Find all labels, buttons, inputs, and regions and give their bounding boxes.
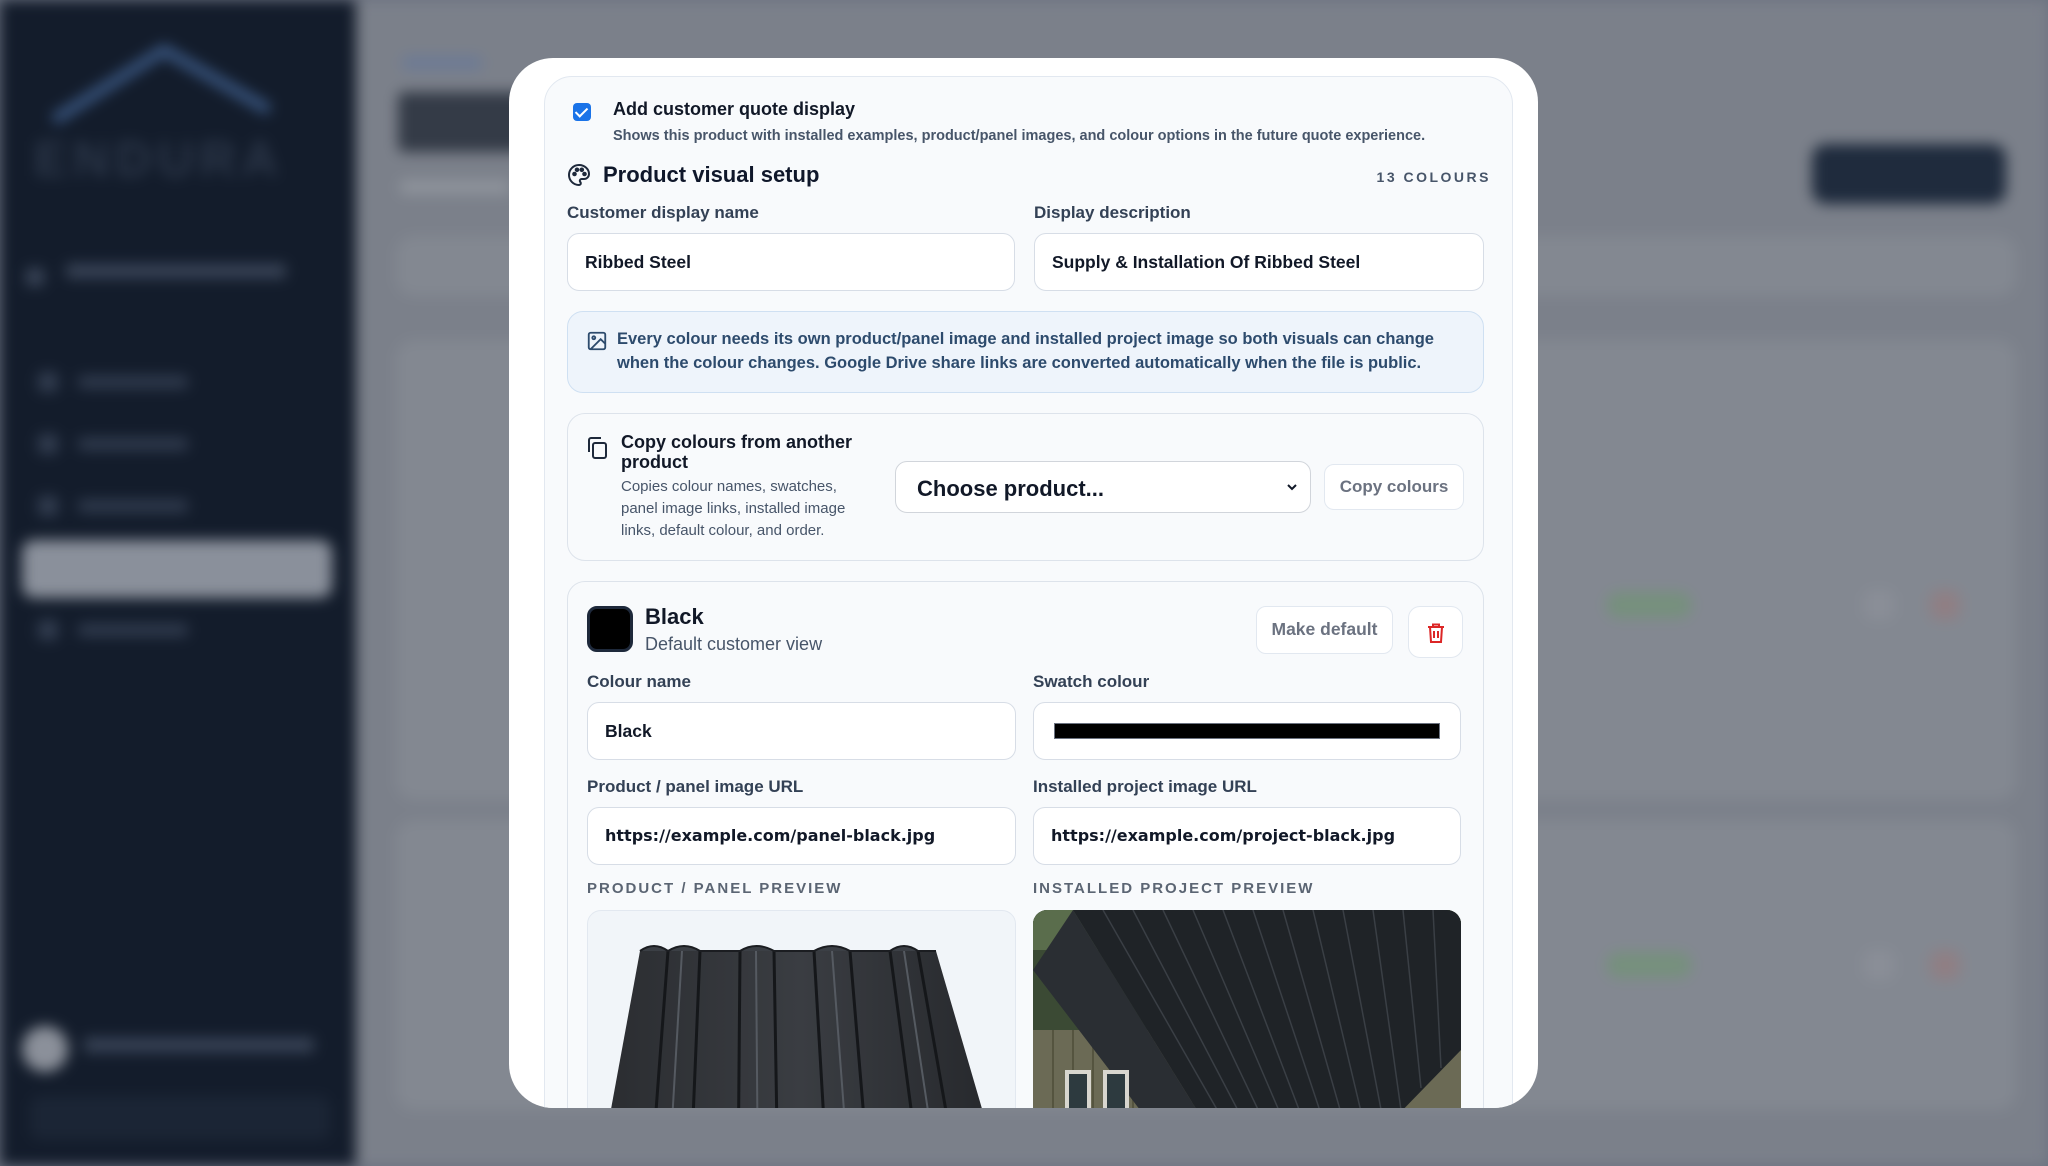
panel-preview-image bbox=[587, 910, 1016, 1108]
sidebar-item[interactable] bbox=[38, 494, 238, 518]
delete-icon[interactable] bbox=[1930, 950, 1960, 980]
copy-icon bbox=[588, 437, 607, 459]
display-name-label: Customer display name bbox=[567, 203, 759, 222]
edit-icon[interactable] bbox=[1864, 590, 1894, 620]
display-name-input[interactable]: Ribbed Steel bbox=[567, 233, 1015, 291]
quote-display-checkbox[interactable] bbox=[573, 103, 591, 121]
quote-display-panel: Add customer quote display Shows this pr… bbox=[544, 76, 1513, 1108]
copy-colours-description: Copies colour names, swatches, panel ima… bbox=[621, 478, 846, 539]
info-note: Every colour needs its own product/panel… bbox=[567, 311, 1484, 393]
panel-url-label: Product / panel image URL bbox=[587, 777, 804, 796]
colour-name-label: Colour name bbox=[587, 672, 691, 691]
product-visual-modal: Add customer quote display Shows this pr… bbox=[509, 58, 1538, 1108]
display-description-label: Display description bbox=[1034, 203, 1191, 222]
chevron-down-icon bbox=[1287, 484, 1297, 491]
user-profile[interactable] bbox=[22, 1026, 322, 1076]
colour-card: Black Default customer view Make default… bbox=[567, 581, 1484, 1108]
sidebar-item[interactable] bbox=[38, 432, 238, 456]
info-note-text: Every colour needs its own product/panel… bbox=[617, 330, 1434, 372]
quote-display-description: Shows this product with installed exampl… bbox=[613, 128, 1426, 144]
trash-icon bbox=[1428, 623, 1444, 643]
project-url-input[interactable]: https://example.com/project-black.jpg bbox=[1033, 807, 1461, 865]
palette-icon bbox=[568, 163, 591, 187]
add-product-button[interactable] bbox=[1812, 144, 2006, 204]
sidebar: ENDURA bbox=[0, 0, 356, 1166]
org-switcher[interactable] bbox=[26, 258, 296, 298]
project-url-label: Installed project image URL bbox=[1033, 777, 1257, 796]
status-badge bbox=[1606, 592, 1692, 618]
visual-setup-header: Product visual setup 13 COLOURS bbox=[567, 161, 1491, 191]
colour-card-name: Black bbox=[645, 604, 704, 629]
breadcrumb bbox=[402, 56, 482, 70]
sidebar-item[interactable] bbox=[38, 370, 238, 394]
swatch-colour-bar bbox=[1054, 723, 1440, 739]
colour-count: 13 COLOURS bbox=[1376, 169, 1491, 185]
sidebar-item[interactable] bbox=[38, 618, 238, 642]
logo-roof-icon bbox=[51, 44, 272, 125]
delete-colour-button[interactable] bbox=[1408, 606, 1463, 658]
quote-display-title: Add customer quote display bbox=[613, 99, 856, 119]
product-select-value: Choose product... bbox=[917, 476, 1104, 501]
copy-colours-section: Copy colours from another product Copies… bbox=[567, 413, 1484, 561]
colour-card-subtitle: Default customer view bbox=[645, 634, 823, 654]
delete-icon[interactable] bbox=[1930, 590, 1960, 620]
project-preview-label: INSTALLED PROJECT PREVIEW bbox=[1033, 880, 1315, 897]
image-icon bbox=[587, 331, 607, 351]
swatch-colour-picker[interactable] bbox=[1033, 702, 1461, 760]
status-badge bbox=[1606, 952, 1692, 978]
product-select[interactable]: Choose product... bbox=[895, 461, 1311, 513]
colour-swatch bbox=[587, 606, 633, 652]
edit-icon[interactable] bbox=[1864, 950, 1894, 980]
make-default-button[interactable]: Make default bbox=[1256, 606, 1393, 654]
sign-out-button[interactable] bbox=[30, 1096, 330, 1140]
copy-colours-button[interactable]: Copy colours bbox=[1324, 464, 1464, 510]
page-subtitle bbox=[400, 180, 510, 194]
colour-name-input[interactable]: Black bbox=[587, 702, 1016, 760]
panel-preview-label: PRODUCT / PANEL PREVIEW bbox=[587, 880, 843, 897]
display-description-input[interactable]: Supply & Installation Of Ribbed Steel bbox=[1034, 233, 1484, 291]
panel-url-input[interactable]: https://example.com/panel-black.jpg bbox=[587, 807, 1016, 865]
logo: ENDURA bbox=[34, 131, 284, 187]
sidebar-item-active[interactable] bbox=[22, 540, 332, 598]
copy-colours-title: Copy colours from another product bbox=[621, 432, 853, 472]
swatch-colour-label: Swatch colour bbox=[1033, 672, 1150, 691]
visual-setup-title: Product visual setup bbox=[603, 162, 820, 187]
project-preview-image bbox=[1033, 910, 1461, 1108]
